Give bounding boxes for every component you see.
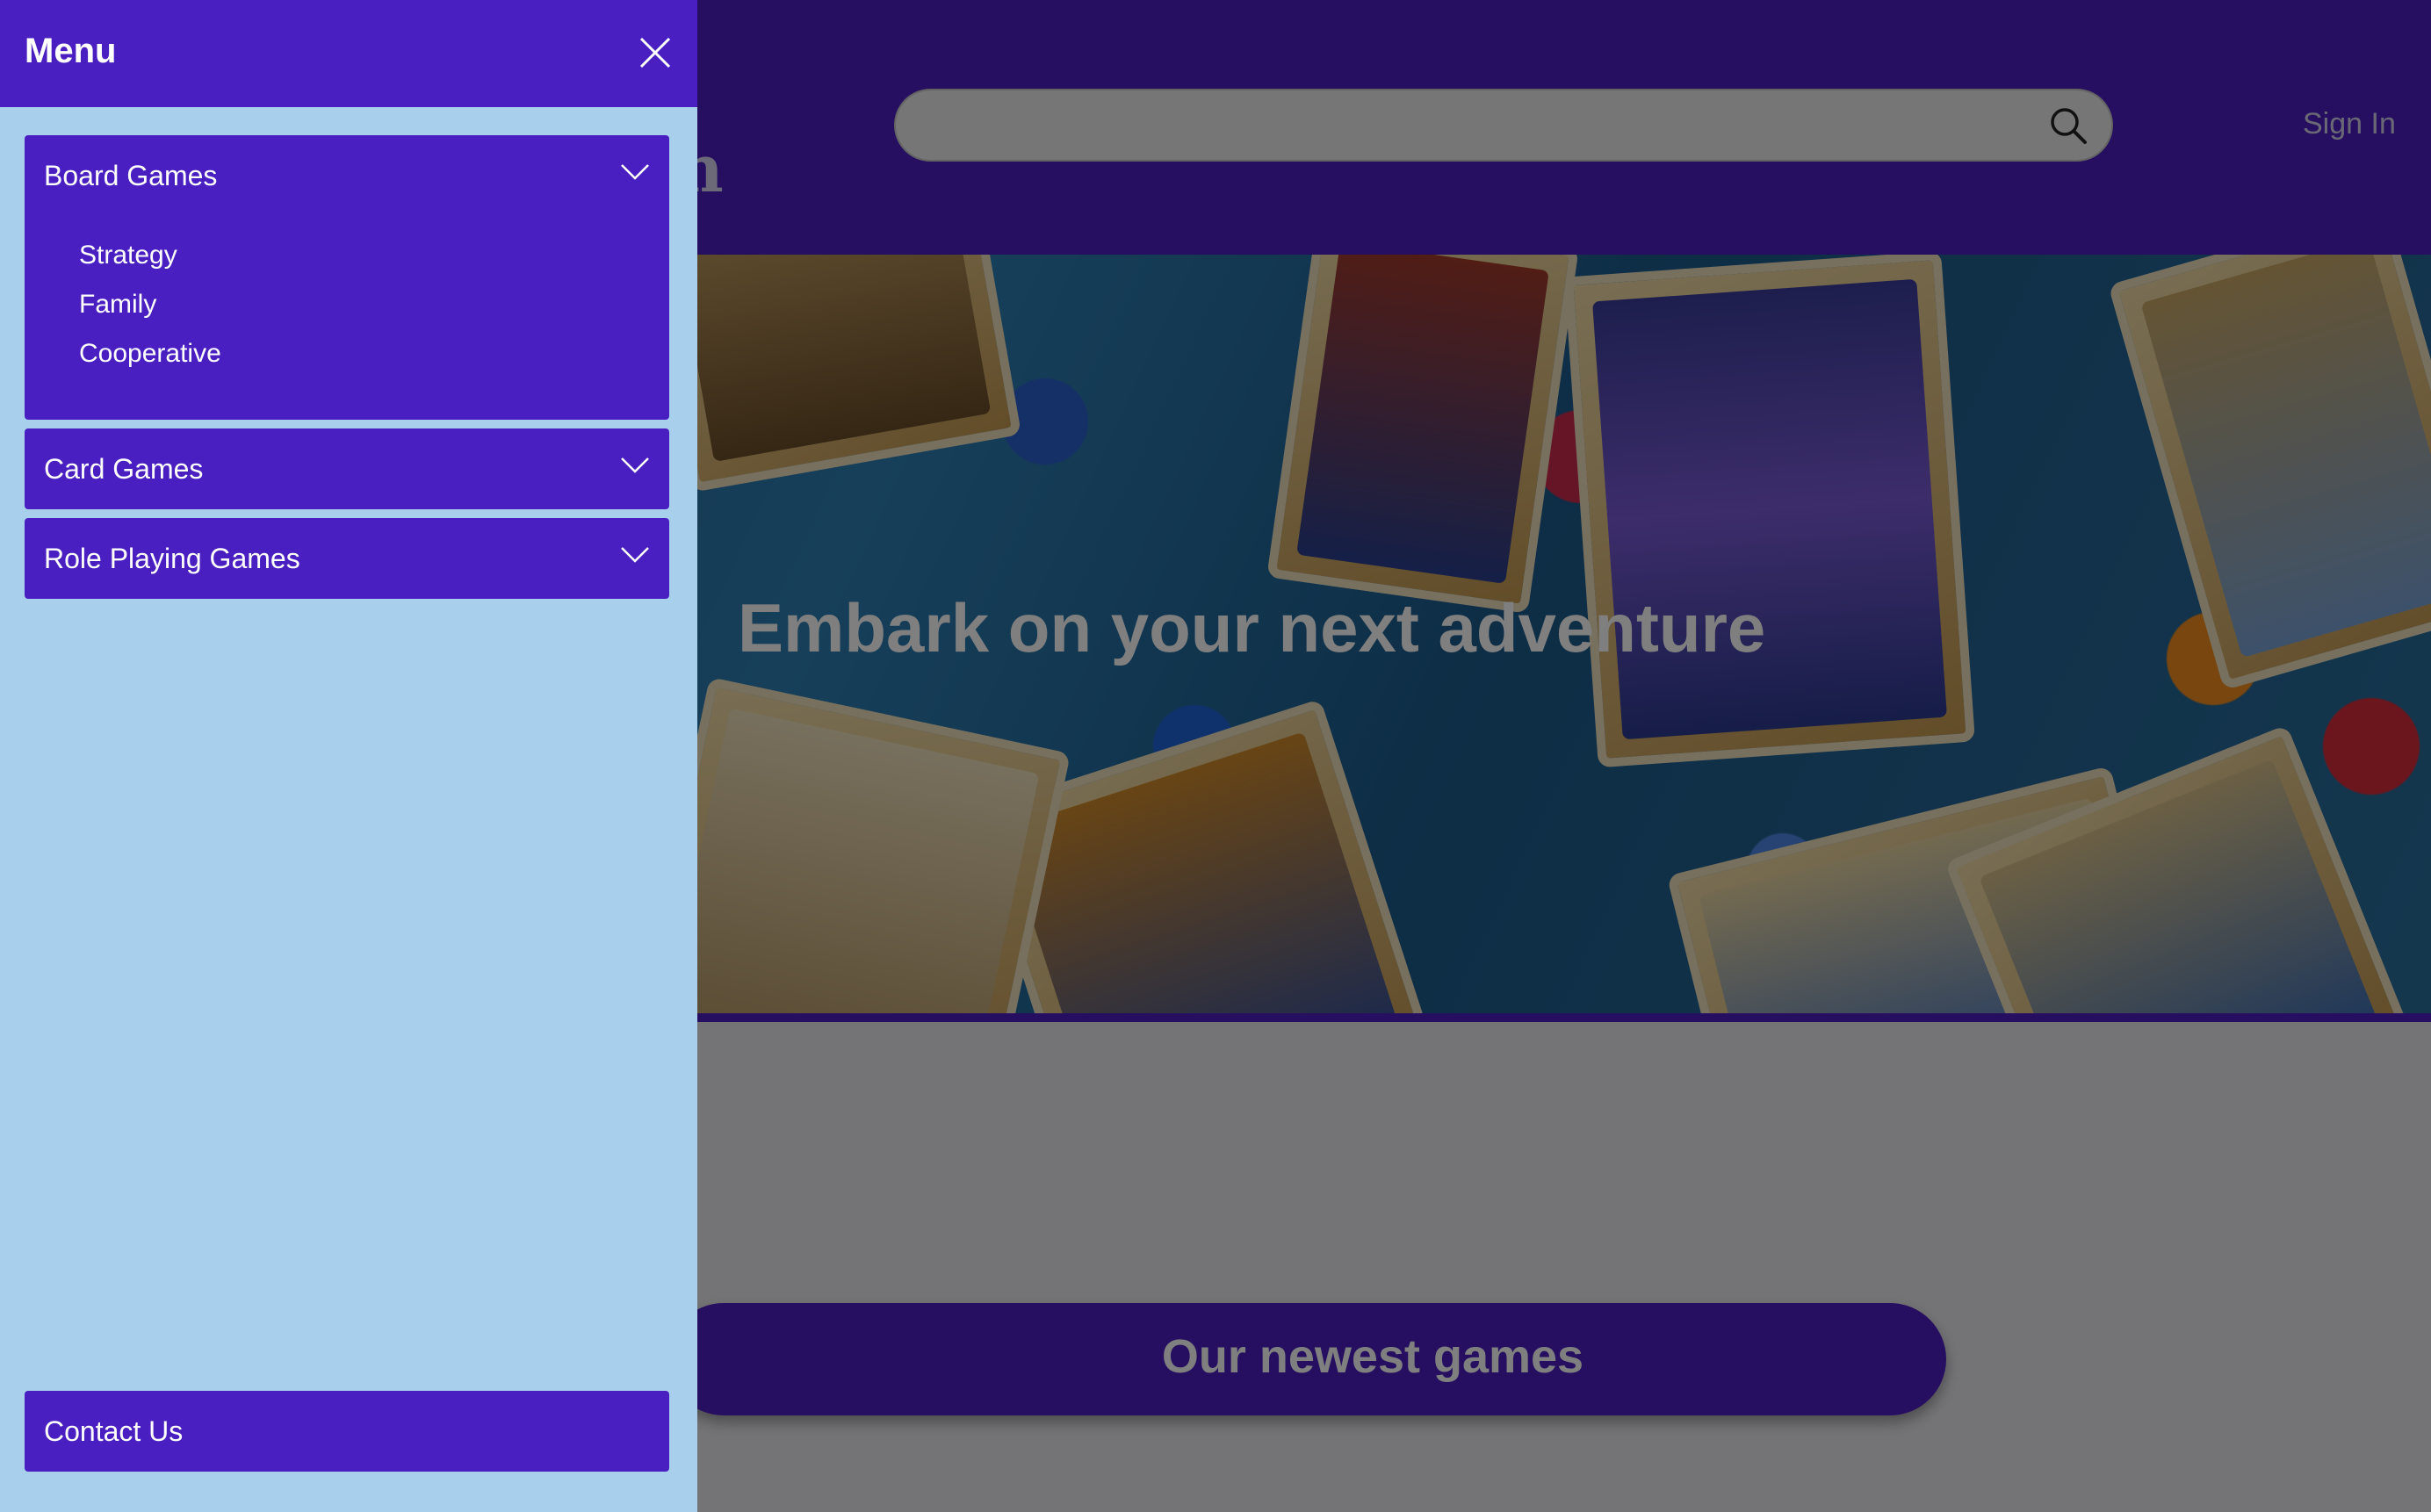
contact-us-label: Contact Us — [44, 1415, 184, 1447]
close-icon[interactable] — [638, 35, 673, 70]
accordion-board-games[interactable]: Board Games Strategy Family Cooperative — [25, 135, 669, 420]
accordion-label[interactable]: Card Games — [44, 453, 203, 486]
submenu-item-strategy[interactable]: Strategy — [79, 241, 177, 270]
submenu-item-family[interactable]: Family — [79, 290, 156, 320]
chevron-down-icon[interactable] — [620, 163, 650, 181]
menu-header: Menu — [0, 0, 697, 107]
chevron-down-icon[interactable] — [620, 546, 650, 564]
accordion-role-playing-games[interactable]: Role Playing Games — [25, 518, 669, 599]
contact-us-button[interactable]: Contact Us — [25, 1391, 669, 1472]
side-menu: Menu Board Games Strategy Family Coopera… — [0, 0, 697, 1512]
submenu-item-cooperative[interactable]: Cooperative — [79, 339, 221, 369]
menu-title: Menu — [25, 32, 117, 70]
chevron-down-icon[interactable] — [620, 457, 650, 474]
accordion-label[interactable]: Board Games — [44, 160, 217, 192]
accordion-label[interactable]: Role Playing Games — [44, 543, 300, 575]
accordion-card-games[interactable]: Card Games — [25, 428, 669, 509]
